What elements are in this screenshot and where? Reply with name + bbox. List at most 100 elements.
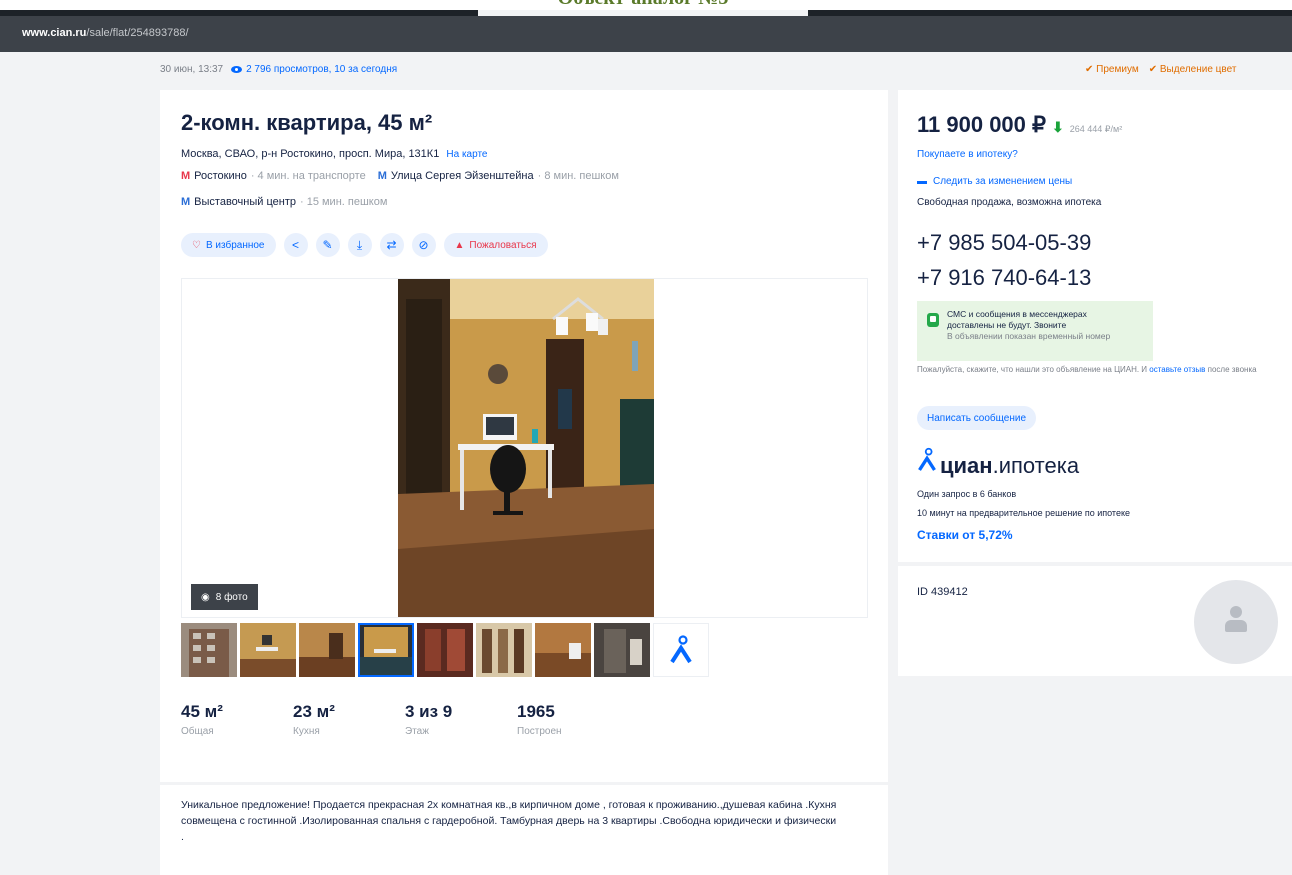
views-count: 2 796 просмотров, 10 за сегодня bbox=[246, 64, 398, 75]
publish-date: 30 июн, 13:37 bbox=[160, 64, 224, 75]
hide-icon: ⊘ bbox=[418, 238, 429, 252]
compare-button[interactable]: ⇄ bbox=[379, 233, 404, 257]
phone-number[interactable]: +7 985 504-05-39 bbox=[917, 230, 1091, 256]
hide-button[interactable]: ⊘ bbox=[411, 233, 436, 257]
thumbnail[interactable] bbox=[240, 623, 296, 677]
listing-actions: ♡ В избранное < ✎ ⤓ ⇄ ⊘ ▲ Пожаловаться bbox=[181, 233, 548, 257]
edit-note-button[interactable]: ✎ bbox=[315, 233, 340, 257]
views-link[interactable]: 2 796 просмотров, 10 за сегодня bbox=[231, 64, 397, 75]
pencil-icon: ✎ bbox=[322, 238, 333, 252]
stat-value: 1965 bbox=[517, 702, 555, 721]
all-photos-button[interactable]: ◉ 8 фото bbox=[191, 584, 258, 610]
highlight-link[interactable]: ✔ Выделение цвет bbox=[1149, 64, 1237, 75]
premium-link[interactable]: ✔ Премиум bbox=[1085, 64, 1139, 75]
metro-station[interactable]: Выставочный центр bbox=[194, 196, 296, 208]
slide-caption: Объект-аналог №3 bbox=[478, 0, 808, 10]
user-icon-body bbox=[1225, 620, 1247, 632]
key-stats: 45 м² Общая 23 м² Кухня 3 из 9 Этаж 1965 Пос… bbox=[181, 702, 629, 737]
stat-value: 23 м² bbox=[293, 702, 335, 721]
stat-kitchen-area: 23 м² Кухня bbox=[293, 702, 405, 737]
room-photo bbox=[417, 623, 473, 677]
thumbnail[interactable] bbox=[181, 623, 237, 677]
description-card: Уникальное предложение! Продается прекра… bbox=[160, 785, 888, 875]
room-photo bbox=[299, 623, 355, 677]
metro-icon: M bbox=[181, 170, 191, 182]
price-per-sqm: 264 444 ₽/м² bbox=[1069, 124, 1123, 134]
address-bar[interactable]: www.cian.ru/sale/flat/254893788/ bbox=[0, 16, 1292, 52]
listing-title: 2-комн. квартира, 45 м² bbox=[181, 110, 433, 135]
room-photo bbox=[535, 623, 591, 677]
thumbnail[interactable] bbox=[594, 623, 650, 677]
thumbnail[interactable] bbox=[535, 623, 591, 677]
stat-label: Общая bbox=[181, 726, 214, 737]
cian-logo-icon bbox=[918, 447, 936, 471]
agent-id: ID 439412 bbox=[917, 586, 968, 598]
room-photo bbox=[476, 623, 532, 677]
share-button[interactable]: < bbox=[283, 233, 308, 257]
room-photo bbox=[358, 623, 414, 677]
metro-icon: M bbox=[377, 170, 387, 182]
listing-description: Уникальное предложение! Продается прекра… bbox=[181, 799, 837, 843]
download-icon: ⤓ bbox=[356, 237, 363, 252]
room-photo bbox=[240, 623, 296, 677]
listing-meta: 30 июн, 13:37 2 796 просмотров, 10 за се… bbox=[160, 64, 397, 75]
stat-label: Этаж bbox=[405, 726, 429, 737]
phone-icon bbox=[927, 313, 939, 327]
metro-row-1: M Ростокино · 4 мин. на транспорте M Ули… bbox=[181, 170, 619, 182]
thumbnail-strip bbox=[181, 623, 709, 677]
stat-value: 3 из 9 bbox=[405, 702, 453, 721]
cian-map-thumbnail[interactable] bbox=[653, 623, 709, 677]
complain-label: Пожаловаться bbox=[469, 239, 537, 251]
url-path: /sale/flat/254893788/ bbox=[86, 27, 189, 39]
address-text: Москва, СВАО, р-н Ростокино, просп. Мира… bbox=[181, 148, 440, 160]
stat-value: 45 м² bbox=[181, 702, 223, 721]
review-link[interactable]: оставьте отзыв bbox=[1149, 365, 1205, 374]
price-row: 11 900 000 ₽ ⬇ 264 444 ₽/м² bbox=[917, 112, 1122, 138]
thumbnail[interactable] bbox=[417, 623, 473, 677]
complain-button[interactable]: ▲ Пожаловаться bbox=[443, 233, 548, 257]
main-photo[interactable] bbox=[398, 279, 654, 617]
caption-strip: Объект-аналог №3 bbox=[0, 0, 1292, 10]
premium-label: Премиум bbox=[1096, 64, 1139, 75]
cian-feature: 10 минут на предварительное решение по и… bbox=[917, 508, 1130, 518]
user-icon bbox=[1230, 606, 1242, 618]
cian-logo-icon bbox=[670, 635, 692, 664]
metro-time: · 15 мин. пешком bbox=[299, 196, 388, 208]
listing-card: 2-комн. квартира, 45 м² Москва, СВАО, р-… bbox=[160, 90, 888, 782]
thumbnail[interactable] bbox=[299, 623, 355, 677]
metro-row-2: M Выставочный центр · 15 мин. пешком bbox=[181, 196, 387, 208]
cian-ipoteka-logo[interactable]: циан .ипотека bbox=[917, 447, 1079, 479]
warning-icon: ▲ bbox=[454, 239, 465, 251]
stat-built: 1965 Построен bbox=[517, 702, 629, 737]
stat-total-area: 45 м² Общая bbox=[181, 702, 293, 737]
rates-link[interactable]: Ставки от 5,72% bbox=[917, 528, 1013, 542]
thumbnail[interactable] bbox=[476, 623, 532, 677]
avatar[interactable] bbox=[1194, 580, 1278, 664]
thumbnail-active[interactable] bbox=[358, 623, 414, 677]
mortgage-link[interactable]: Покупаете в ипотеку? bbox=[917, 149, 1018, 160]
note-tail: после звонка bbox=[1207, 365, 1257, 374]
phone-number[interactable]: +7 916 740-64-13 bbox=[917, 265, 1091, 291]
room-photo bbox=[398, 279, 654, 617]
url-text[interactable]: www.cian.ru/sale/flat/254893788/ bbox=[22, 27, 189, 39]
room-photo bbox=[594, 623, 650, 677]
photo-gallery[interactable]: ◉ 8 фото bbox=[181, 278, 868, 618]
favorite-button[interactable]: ♡ В избранное bbox=[181, 233, 276, 257]
sms-notice: СМС и сообщения в мессенджерах доставлен… bbox=[917, 301, 1153, 361]
stat-floor: 3 из 9 Этаж bbox=[405, 702, 517, 737]
camera-icon: ◉ bbox=[201, 591, 210, 603]
follow-price-link[interactable]: ▬ Следить за изменением цены bbox=[917, 176, 1072, 187]
metro-time: · 4 мин. на транспорте bbox=[250, 170, 366, 182]
download-button[interactable]: ⤓ bbox=[347, 233, 372, 257]
send-message-button[interactable]: Написать сообщение bbox=[917, 406, 1037, 430]
follow-price-label: Следить за изменением цены bbox=[933, 176, 1073, 187]
promo-links: ✔ Премиум ✔ Выделение цвет bbox=[1085, 64, 1236, 75]
price-down-icon[interactable]: ⬇ bbox=[1052, 119, 1064, 136]
metro-station[interactable]: Ростокино bbox=[194, 170, 247, 182]
metro-icon: M bbox=[181, 196, 191, 208]
map-link[interactable]: На карте bbox=[446, 149, 487, 160]
eye-icon bbox=[231, 66, 243, 73]
metro-station[interactable]: Улица Сергея Эйзенштейна bbox=[391, 170, 534, 182]
url-domain: www.cian.ru bbox=[22, 27, 87, 39]
note-text: Пожалуйста, скажите, что нашли это объяв… bbox=[917, 365, 1148, 374]
